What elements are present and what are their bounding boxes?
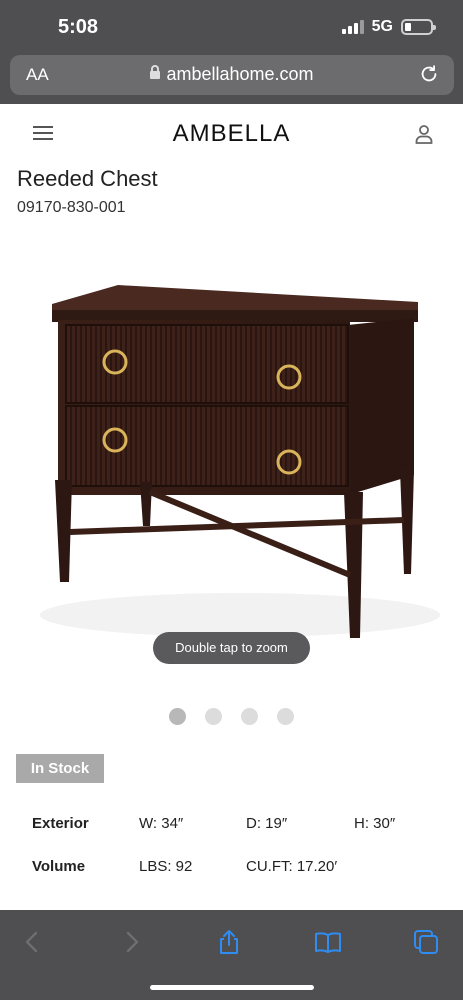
back-icon[interactable]	[18, 928, 46, 956]
tabs-icon[interactable]	[412, 928, 440, 956]
address-bar[interactable]: AA ambellahome.com	[10, 55, 454, 95]
product-image[interactable]	[0, 270, 463, 650]
image-pager	[0, 708, 463, 725]
forward-icon[interactable]	[118, 928, 146, 956]
zoom-hint: Double tap to zoom	[153, 632, 310, 664]
spec-row-volume: Volume LBS: 92 CU.FT: 17.20′	[32, 858, 432, 901]
pager-dot[interactable]	[205, 708, 222, 725]
spec-value: D: 19″	[246, 815, 288, 832]
stock-badge: In Stock	[16, 754, 104, 783]
account-icon[interactable]	[415, 124, 433, 144]
spec-label: Volume	[32, 858, 86, 875]
product-sku: 09170-830-001	[17, 199, 126, 216]
bookmarks-icon[interactable]	[314, 928, 342, 956]
pager-dot[interactable]	[277, 708, 294, 725]
share-icon[interactable]	[215, 928, 243, 956]
spec-value: LBS: 92	[139, 858, 193, 875]
product-title: Reeded Chest	[17, 166, 158, 191]
spec-row-exterior: Exterior W: 34″ D: 19″ H: 30″	[32, 815, 432, 858]
spec-value: CU.FT: 17.20′	[246, 858, 338, 875]
site-logo[interactable]: AMBELLA	[0, 120, 463, 148]
status-time: 5:08	[58, 16, 99, 38]
signal-icon	[341, 20, 364, 34]
status-indicators: 5G	[341, 18, 436, 36]
battery-icon	[401, 19, 436, 35]
url-text: ambellahome.com	[166, 64, 314, 84]
pager-dot[interactable]	[241, 708, 258, 725]
network-label: 5G	[371, 18, 393, 35]
specs-table: Exterior W: 34″ D: 19″ H: 30″ Volume LBS…	[32, 815, 432, 901]
lock-icon	[150, 65, 161, 79]
spec-value: W: 34″	[139, 815, 184, 832]
spec-value: H: 30″	[354, 815, 396, 832]
pager-dot[interactable]	[169, 708, 186, 725]
spec-label: Exterior	[32, 815, 89, 832]
url-field[interactable]: ambellahome.com	[10, 64, 454, 85]
site-header: AMBELLA	[0, 104, 463, 164]
reload-icon[interactable]	[418, 63, 440, 85]
browser-chrome-top: 5:08 5G AA ambellahome.com	[0, 0, 463, 104]
home-indicator	[150, 985, 314, 990]
